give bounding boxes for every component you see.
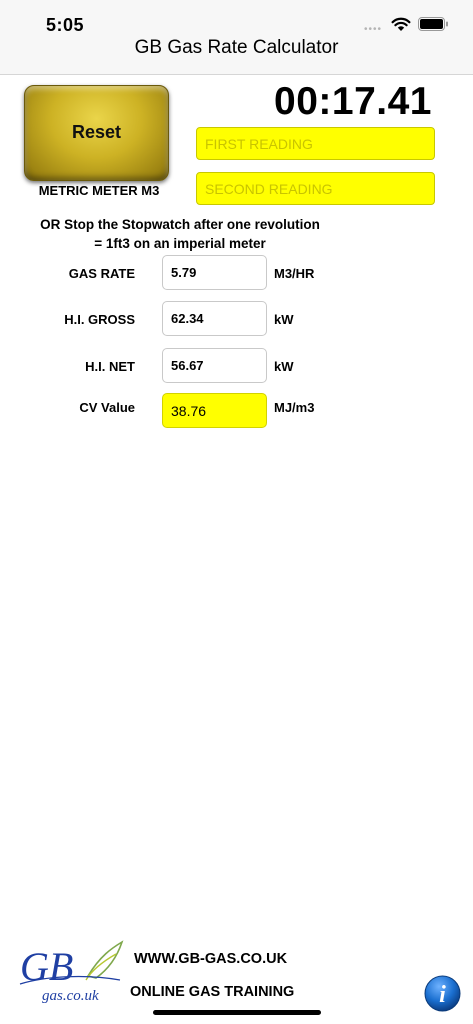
info-icon[interactable]: i	[424, 975, 461, 1012]
gas-rate-value: 5.79	[162, 255, 267, 290]
second-reading-input[interactable]	[196, 172, 435, 205]
first-reading-input[interactable]	[196, 127, 435, 160]
stopwatch-timer[interactable]: 00:17.41	[232, 80, 432, 124]
instruction-line-1: OR Stop the Stopwatch after one revoluti…	[40, 217, 320, 232]
cv-value-label: CV Value	[79, 400, 135, 415]
gas-rate-unit: M3/HR	[274, 266, 315, 281]
reset-button[interactable]: Reset	[24, 85, 169, 181]
reset-button-label: Reset	[71, 121, 122, 142]
status-time: 5:05	[46, 15, 85, 35]
logo-subtext: gas.co.uk	[42, 988, 99, 1004]
status-bar: 5:05 ••••	[0, 0, 473, 35]
hi-net-value: 56.67	[162, 348, 267, 383]
hi-gross-unit: kW	[274, 312, 294, 327]
hi-gross-value: 62.34	[162, 301, 267, 336]
metric-meter-label: METRIC METER M3	[38, 183, 160, 198]
battery-icon	[418, 17, 448, 31]
gas-rate-label: GAS RATE	[68, 266, 135, 281]
navigation-bar: GB Gas Rate Calculator	[0, 34, 473, 75]
info-icon-glyph: i	[439, 982, 446, 1008]
home-indicator[interactable]	[153, 1010, 321, 1015]
instruction-line-2: = 1ft3 on an imperial meter	[94, 236, 266, 251]
hi-net-unit: kW	[274, 359, 294, 374]
hi-gross-label: H.I. GROSS	[64, 312, 135, 327]
page-title: GB Gas Rate Calculator	[134, 37, 339, 58]
gb-gas-logo[interactable]: GB gas.co.uk	[16, 940, 128, 1006]
hi-net-label: H.I. NET	[85, 359, 135, 374]
training-link[interactable]: ONLINE GAS TRAINING	[130, 984, 294, 1000]
gas-rate-calculator-screen: 5:05 •••• GB Gas Rate Calculator Reset M…	[0, 0, 473, 1024]
logo-text: GB	[20, 944, 73, 989]
cv-value-input[interactable]: 38.76	[162, 393, 267, 428]
cv-value-unit: MJ/m3	[274, 400, 315, 415]
website-link[interactable]: WWW.GB-GAS.CO.UK	[134, 951, 287, 967]
wifi-icon	[391, 17, 411, 31]
